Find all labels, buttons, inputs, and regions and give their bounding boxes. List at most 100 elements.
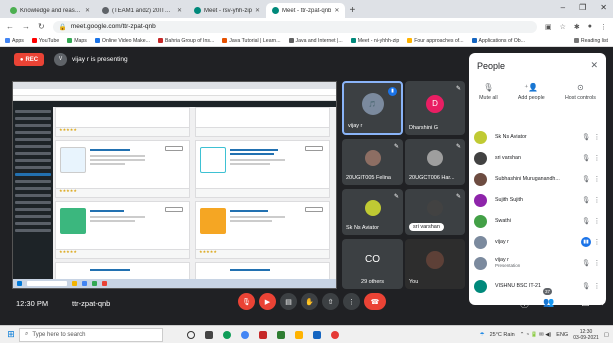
- minimize-icon[interactable]: –: [561, 3, 565, 12]
- reading-list[interactable]: Reading list: [573, 38, 608, 44]
- more-options-icon[interactable]: ⋮: [593, 217, 601, 225]
- close-window-icon[interactable]: ✕: [600, 3, 607, 12]
- profile-icon[interactable]: ●: [588, 23, 592, 31]
- cortana-icon[interactable]: [187, 330, 195, 339]
- self-tile[interactable]: You: [405, 239, 465, 289]
- camera-permission-icon[interactable]: ▣: [545, 23, 552, 31]
- tray-icons[interactable]: ⌃ ◔ 🔋 ✉ ◀): [520, 332, 552, 338]
- files-icon[interactable]: [277, 330, 285, 339]
- chat-icon[interactable]: ▭: [563, 297, 572, 308]
- participant-avatar: [364, 200, 381, 217]
- info-icon[interactable]: ⓘ: [520, 297, 529, 310]
- participant-tile[interactable]: D ✎ Dharshini G: [405, 81, 465, 135]
- close-tab-icon[interactable]: ✕: [177, 7, 182, 14]
- participant-avatar: [474, 256, 487, 270]
- more-options-icon[interactable]: ⋮: [593, 175, 601, 183]
- more-options-icon[interactable]: ⋮: [593, 282, 601, 290]
- notifications-icon[interactable]: ▢: [604, 332, 609, 338]
- bookmark-star-icon[interactable]: ☆: [560, 23, 566, 31]
- browser-tab-4[interactable]: Meet - ttr-zpat-qnb ✕: [266, 3, 346, 18]
- bookmark-youtube[interactable]: YouTube: [31, 38, 59, 44]
- bookmark-applications[interactable]: Applications of Ob...: [471, 38, 525, 44]
- participant-row[interactable]: sri varshan 🎙 ⋮: [474, 149, 601, 167]
- mute-all-button[interactable]: 🎙 Mute all: [479, 83, 498, 101]
- others-tile[interactable]: CO 29 others: [342, 239, 403, 289]
- mic-off-icon[interactable]: 🎙: [579, 282, 593, 290]
- edge-icon[interactable]: [223, 330, 231, 339]
- participant-row[interactable]: Subhashini Muruganandh... 🎙 ⋮: [474, 170, 601, 188]
- maximize-icon[interactable]: ❐: [579, 3, 586, 12]
- bookmark-four-approaches[interactable]: Four approaches of...: [407, 38, 464, 44]
- weather-text[interactable]: 25°C Rain: [490, 332, 515, 338]
- app-icon[interactable]: [331, 330, 339, 339]
- bookmark-apps[interactable]: Apps: [5, 38, 24, 44]
- close-tab-icon[interactable]: ✕: [85, 7, 90, 14]
- participant-row[interactable]: Sk Ns Aviator 🎙 ⋮: [474, 128, 601, 146]
- mic-off-icon[interactable]: 🎙: [579, 175, 593, 183]
- bookmark-video-maker[interactable]: Online Video Make...: [94, 38, 150, 44]
- windows-start-icon[interactable]: ⊞: [3, 329, 19, 340]
- bookmark-maps[interactable]: Maps: [67, 38, 87, 44]
- more-options-icon[interactable]: ⋮: [593, 238, 601, 246]
- chrome-icon[interactable]: [241, 330, 249, 339]
- language-indicator[interactable]: ENG: [556, 332, 568, 338]
- shared-plugin-card: ★★★★★: [55, 201, 190, 259]
- captions-button[interactable]: ▤: [280, 293, 297, 310]
- host-controls-button[interactable]: ⊙ Host controls: [565, 83, 596, 101]
- more-options-icon[interactable]: ⋮: [593, 196, 601, 204]
- new-tab-button[interactable]: +: [349, 3, 355, 18]
- close-icon[interactable]: ✕: [590, 60, 598, 71]
- bookmark-meet[interactable]: Meet - ni-yhhh-zip: [350, 38, 399, 44]
- raise-hand-button[interactable]: ✋: [301, 293, 318, 310]
- address-bar[interactable]: 🔒 meet.google.com/ttr-zpat-qnb: [52, 20, 537, 33]
- participant-tile[interactable]: ✎ 20UGCT006 Har...: [405, 139, 465, 185]
- people-icon[interactable]: 👥: [543, 297, 554, 308]
- participant-row[interactable]: Sujith Sujith 🎙 ⋮: [474, 191, 601, 209]
- activities-icon[interactable]: △: [582, 297, 589, 308]
- participant-tile[interactable]: ✎ sri varshan: [405, 189, 465, 235]
- menu-icon[interactable]: ⋮: [600, 23, 607, 31]
- camera-toggle-button[interactable]: ▶: [259, 293, 276, 310]
- mic-off-icon[interactable]: 🎙: [579, 133, 593, 141]
- store-icon[interactable]: [259, 330, 267, 339]
- mic-off-icon[interactable]: 🎙: [579, 196, 593, 204]
- browser-tab-1[interactable]: Knowledge and reasoning ques ✕: [4, 3, 96, 18]
- participant-row[interactable]: Swathi 🎙 ⋮: [474, 212, 601, 230]
- browser-tab-3[interactable]: Meet - rsv-yhh-zip ✕: [188, 3, 266, 18]
- add-people-button[interactable]: ⁺👤 Add people: [518, 83, 545, 101]
- back-icon[interactable]: ←: [6, 22, 14, 31]
- close-tab-icon[interactable]: ✕: [255, 7, 260, 14]
- leave-call-button[interactable]: ☎: [364, 293, 386, 310]
- more-options-button[interactable]: ⋮: [343, 293, 360, 310]
- participant-row[interactable]: VISHNU BSC IT-21 🎙 ⋮: [474, 277, 601, 295]
- explorer-icon[interactable]: [295, 330, 303, 339]
- participant-tile[interactable]: ✎ 20UGIT005 Felina: [342, 139, 403, 185]
- mic-off-icon[interactable]: 🎙: [579, 259, 593, 267]
- speaking-indicator-icon[interactable]: ▮▮: [581, 237, 591, 247]
- bookmark-bahria[interactable]: Bahria Group of Ins...: [157, 38, 214, 44]
- mic-off-icon[interactable]: 🎙: [579, 217, 593, 225]
- bookmark-java-tutorial[interactable]: Java Tutorial | Learn...: [222, 38, 281, 44]
- task-view-icon[interactable]: [205, 330, 213, 339]
- site-icon: [157, 38, 163, 43]
- mic-toggle-button[interactable]: 🎙: [238, 293, 255, 310]
- forward-icon[interactable]: →: [22, 22, 30, 31]
- windows-search-box[interactable]: ⌕ Type here to search: [19, 327, 163, 342]
- present-button[interactable]: ⇧: [322, 293, 339, 310]
- participant-tile[interactable]: ✎ Sk Ns Aviator: [342, 189, 403, 235]
- bookmark-java-internet[interactable]: Java and Internet |...: [288, 38, 343, 44]
- app-icon[interactable]: [313, 330, 321, 339]
- more-options-icon[interactable]: ⋮: [593, 259, 601, 267]
- mic-off-icon[interactable]: 🎙: [579, 154, 593, 162]
- participant-row[interactable]: vijay r ▮▮ ⋮: [474, 233, 601, 251]
- browser-tab-2[interactable]: (TEAM1 and2) 20ITCS301 (Ge ✕: [96, 3, 188, 18]
- tray-clock[interactable]: 12:30 03-09-2021: [573, 329, 599, 341]
- more-options-icon[interactable]: ⋮: [593, 133, 601, 141]
- participant-row[interactable]: vijay r Presentation 🎙 ⋮: [474, 254, 601, 272]
- more-options-icon[interactable]: ⋮: [593, 154, 601, 162]
- participant-tile[interactable]: 🎵 ▮ vijay r: [342, 81, 403, 135]
- lock-icon[interactable]: ⛨: [599, 297, 606, 308]
- close-tab-icon[interactable]: ✕: [334, 7, 339, 14]
- extensions-icon[interactable]: ✱: [574, 23, 580, 31]
- reload-icon[interactable]: ↻: [38, 22, 45, 31]
